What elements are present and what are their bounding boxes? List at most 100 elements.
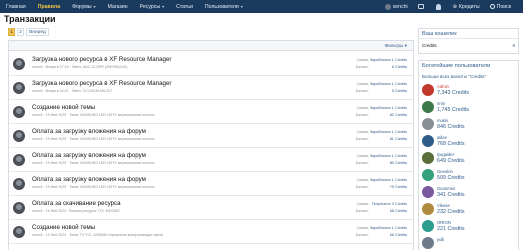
list-item[interactable]: atilee 768 Credits	[422, 133, 517, 150]
user-name[interactable]: Admin	[437, 84, 449, 89]
transaction-balance: 66 Credits	[389, 233, 407, 237]
user-name[interactable]: Geeulon	[437, 169, 453, 174]
user-menu[interactable]: senchi	[383, 0, 410, 13]
table-row[interactable]: Загрузка нового ресурса в XF Resource Ma…	[9, 76, 413, 100]
user-name[interactable]: nnm	[437, 101, 445, 106]
user-name[interactable]: Geonmeo	[437, 186, 455, 191]
avatar[interactable]	[422, 118, 434, 130]
transaction-balance: 6 Credits	[391, 65, 407, 69]
transaction-sum: Заработано 1 Credits	[369, 178, 407, 182]
envelope-icon	[417, 4, 424, 9]
sum-label: Сумма:	[356, 154, 369, 158]
avatar[interactable]	[422, 220, 434, 232]
credits-button[interactable]: ⊕ Кредиты	[451, 0, 482, 13]
transaction-sum: Заработано 1 Credits	[369, 106, 407, 110]
transaction-balance: 80 Credits	[389, 161, 407, 165]
list-item[interactable]: mukni 846 Credits	[422, 116, 517, 133]
avatar[interactable]	[422, 135, 434, 147]
alerts-button[interactable]	[434, 0, 445, 13]
table-row[interactable]: Загрузка нового ресурса в XF Resource Ma…	[9, 52, 413, 76]
nav-item[interactable]: Главная	[4, 0, 28, 13]
transaction-title: Оплата за загрузку вложения на форум	[32, 128, 146, 135]
avatar[interactable]	[13, 130, 25, 142]
table-row[interactable]: Создание новой темы senchi · 19 Фев 2025 …	[9, 100, 413, 124]
richest-title[interactable]: Богатейшие пользователи	[419, 61, 518, 71]
bell-icon	[435, 3, 441, 10]
user-name[interactable]: Vleuse	[437, 203, 450, 208]
sum-label: Сумма:	[356, 58, 369, 62]
nav-item[interactable]: Магазин	[106, 0, 130, 13]
richest-more-link[interactable]: Больше всех валюты "Credits"	[422, 74, 486, 79]
table-row[interactable]: Оплата за скачивание ресурса senchi · 16 …	[9, 196, 413, 220]
avatar[interactable]	[422, 84, 434, 96]
nav-item-label: Статьи	[176, 3, 193, 10]
avatar[interactable]	[422, 203, 434, 215]
page-2-button[interactable]: 2	[17, 28, 24, 36]
nav-item[interactable]: Пользователи ▾	[203, 0, 245, 13]
user-name[interactable]: mukni	[437, 118, 448, 123]
list-item[interactable]: yulli	[422, 235, 517, 250]
chevron-down-icon: ▾	[162, 4, 165, 9]
avatar[interactable]	[422, 152, 434, 164]
user-name[interactable]: atilee	[437, 135, 447, 140]
avatar[interactable]	[422, 186, 434, 198]
transaction-meta: senchi · Вчера в 16:21 · Файл: CC1001M-M…	[32, 89, 113, 93]
wallet-title[interactable]: Ваш кошелек	[419, 29, 518, 39]
table-row[interactable]: Создание новой темы senchi · 14 Ноя 2024 …	[9, 220, 413, 244]
nav-item[interactable]: Ресурсы ▾	[138, 0, 166, 13]
avatar[interactable]	[13, 154, 25, 166]
avatar[interactable]	[422, 237, 434, 249]
search-button[interactable]: Поиск	[488, 0, 513, 13]
user-credits: 341 Credits	[437, 192, 465, 198]
list-item[interactable]: nnm 1,745 Credits	[422, 99, 517, 116]
balance-label: Баланс:	[355, 209, 369, 213]
user-credits: 649 Credits	[437, 158, 465, 164]
messages-button[interactable]	[416, 0, 428, 13]
table-row[interactable]: Оплата за загрузку вложения на форум senc…	[9, 148, 413, 172]
balance-label: Баланс:	[355, 233, 369, 237]
avatar[interactable]	[13, 226, 25, 238]
top-navbar: Главная Правила Форумы ▾ Магазин Ресурсы ▾ Стат…	[0, 0, 523, 13]
list-item[interactable]: Geonmeo 341 Credits	[422, 184, 517, 201]
avatar[interactable]	[13, 106, 25, 118]
nav-item[interactable]: Правила	[36, 0, 62, 13]
nav-item[interactable]: Статьи	[174, 0, 195, 13]
avatar[interactable]	[13, 202, 25, 214]
page-title: Транзакции	[4, 14, 56, 24]
user-name[interactable]: lyugaider	[437, 152, 454, 157]
balance-label: Баланс:	[355, 185, 369, 189]
next-page-button[interactable]: Вперёд	[26, 28, 49, 36]
transaction-title: Создание новой темы	[32, 224, 96, 231]
list-item[interactable]: ORION 221 Credits	[422, 218, 517, 235]
avatar[interactable]	[13, 58, 25, 70]
transaction-balance: 68 Credits	[389, 209, 407, 213]
list-item[interactable]: Vleuse 232 Credits	[422, 201, 517, 218]
nav-right: senchi ⊕ Кредиты Поиск	[383, 0, 519, 13]
balance-label: Баланс:	[355, 113, 369, 117]
nav-item-label: Пользователи	[204, 3, 239, 10]
balance-label: Баланс:	[355, 65, 369, 69]
user-name[interactable]: yulli	[437, 237, 444, 242]
transaction-meta: senchi · 19 Фев 2025 · Тема: SAMSUNG LED…	[32, 161, 155, 165]
avatar[interactable]	[422, 101, 434, 113]
table-row[interactable]: Оплата за загрузку вложения на форум senc…	[9, 172, 413, 196]
nav-item-label: Форумы	[72, 3, 92, 10]
wallet-value: 6	[512, 43, 515, 48]
avatar[interactable]	[13, 178, 25, 190]
avatar[interactable]	[422, 169, 434, 181]
user-credits: 1,745 Credits	[437, 107, 470, 113]
list-item[interactable]: lyugaider 649 Credits	[422, 150, 517, 167]
list-item[interactable]: Admin 7,343 Credits	[422, 82, 517, 99]
list-item[interactable]: Geeulon 509 Credits	[422, 167, 517, 184]
table-row[interactable]: Оплата за загрузку вложения на форум senc…	[9, 124, 413, 148]
user-name[interactable]: ORION	[437, 220, 451, 225]
search-icon	[489, 4, 495, 9]
nav-item[interactable]: Форумы ▾	[70, 0, 98, 13]
nav-item-label: Главная	[6, 3, 26, 10]
transaction-balance: 79 Credits	[389, 185, 407, 189]
avatar[interactable]	[13, 82, 25, 94]
transaction-title: Загрузка нового ресурса в XF Resource Ma…	[32, 80, 172, 87]
page-1-button[interactable]: 1	[8, 28, 15, 36]
transaction-balance: 82 Credits	[389, 113, 407, 117]
filters-button[interactable]: Фильтры ▾	[385, 43, 407, 49]
